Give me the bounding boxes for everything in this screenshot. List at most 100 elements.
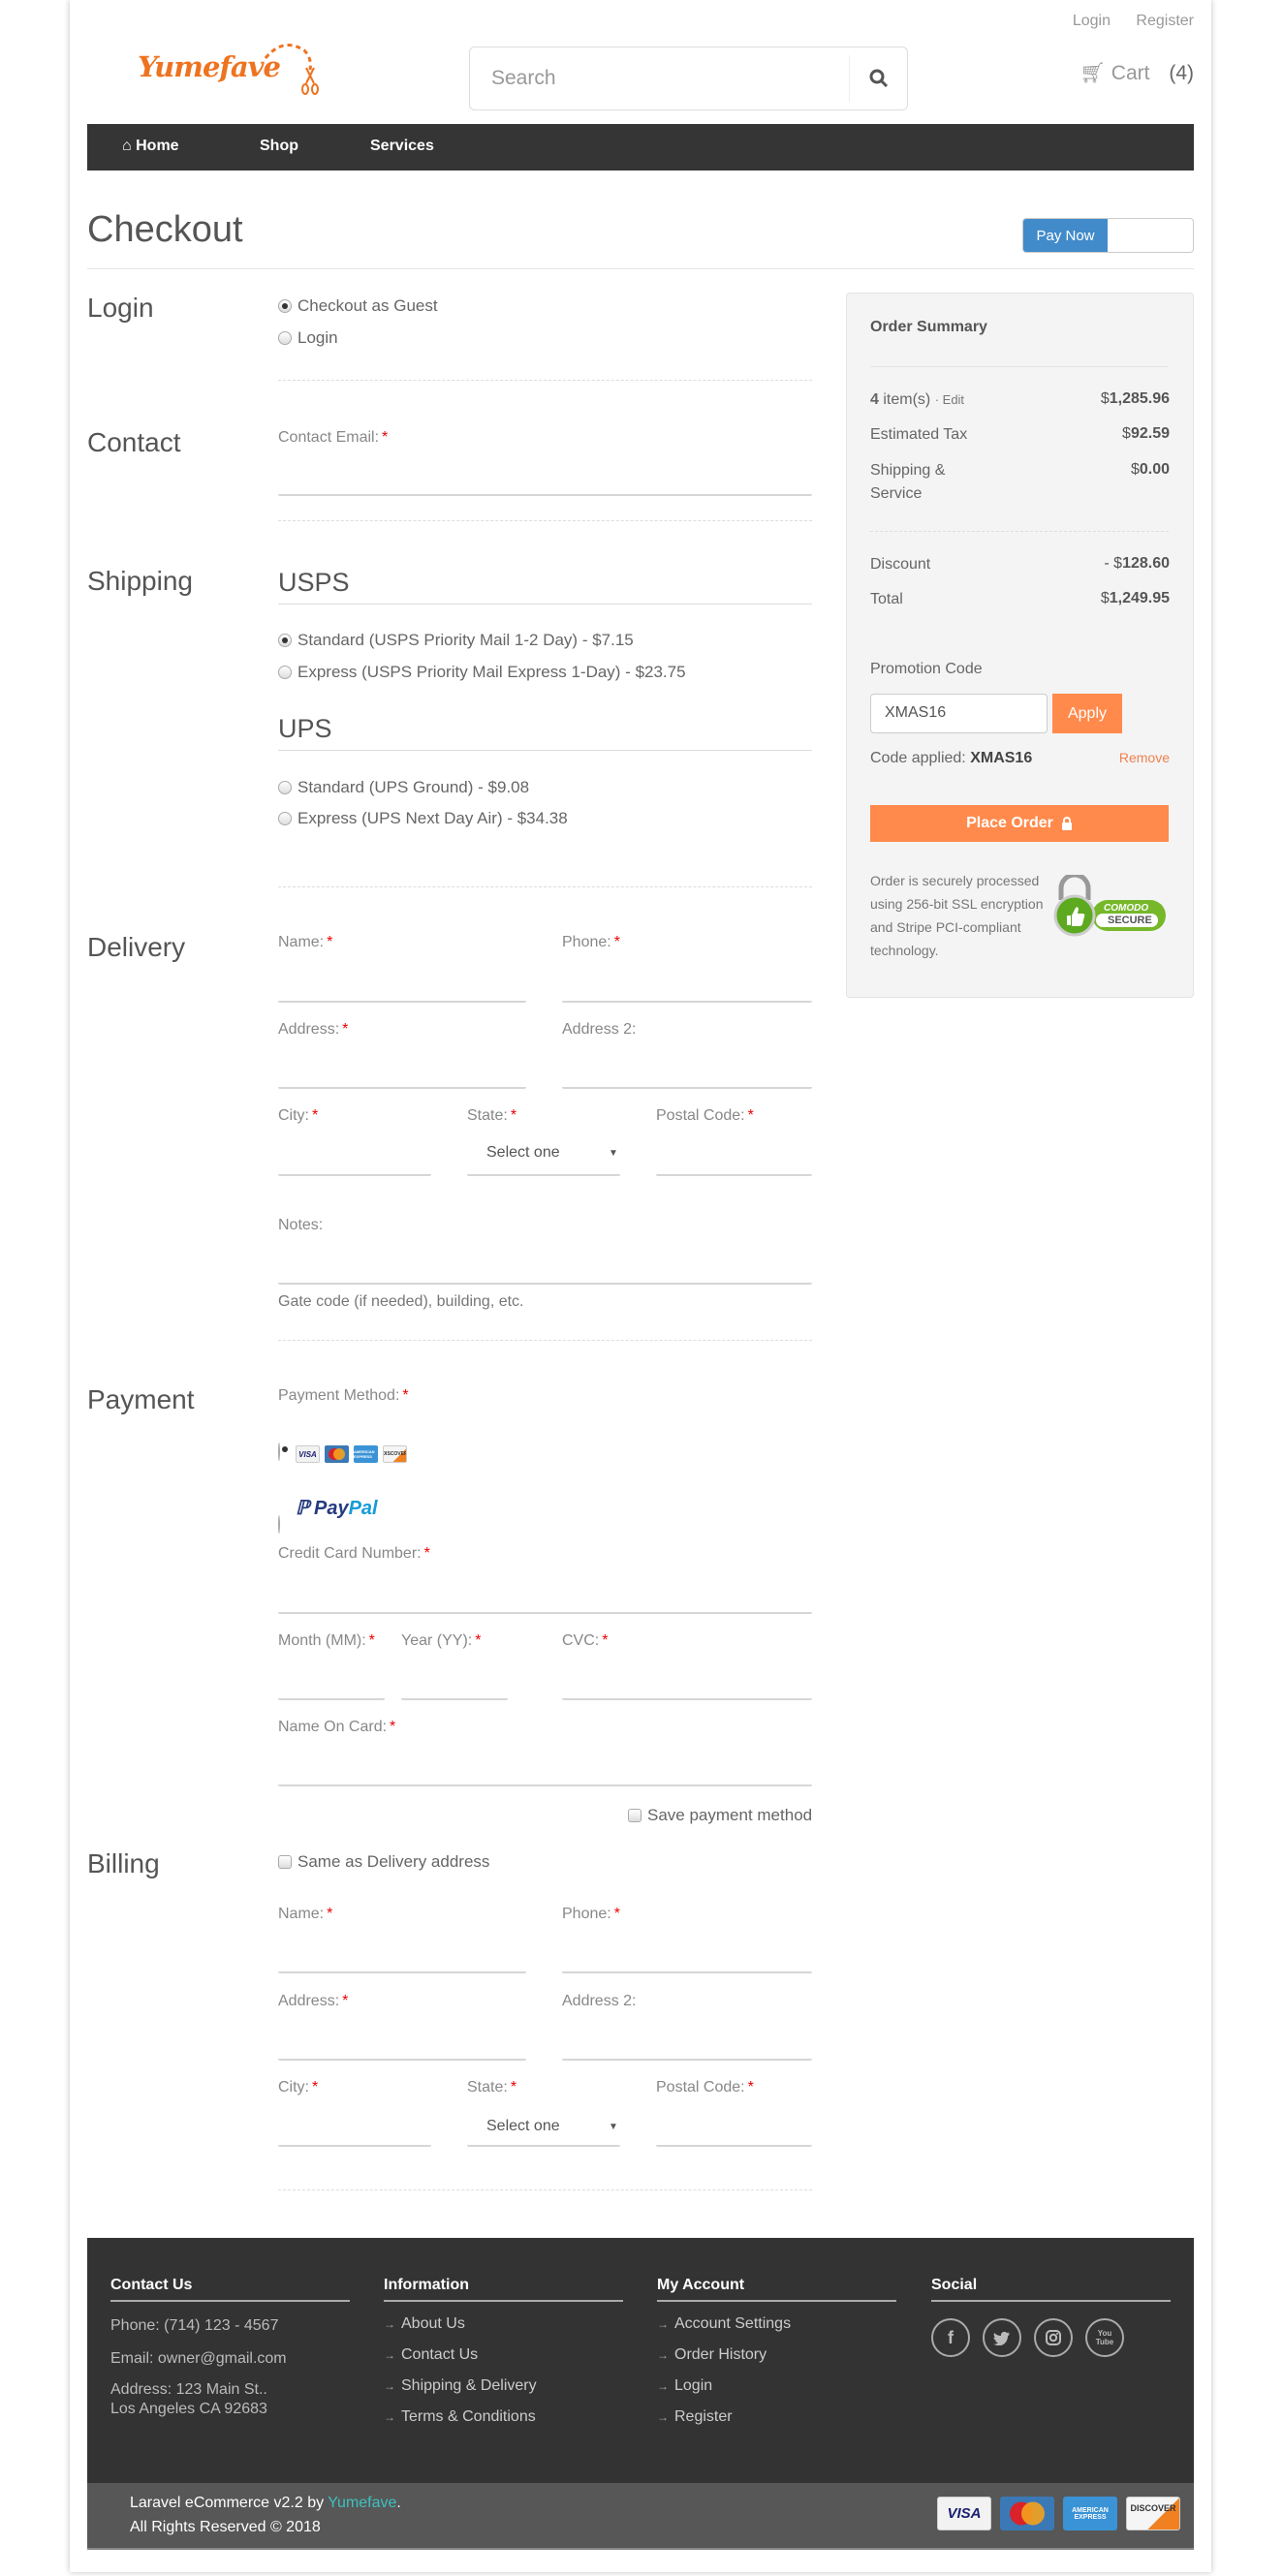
card-month-field[interactable]: [278, 1698, 385, 1700]
radio-unchecked[interactable]: [278, 781, 292, 794]
radio-unchecked[interactable]: [278, 1515, 280, 1534]
radio-unchecked[interactable]: [278, 666, 292, 679]
card-year-field[interactable]: [401, 1698, 508, 1700]
login-radio[interactable]: Login: [278, 328, 338, 348]
shipping-section-title: Shipping: [87, 566, 193, 596]
same-as-delivery-checkbox[interactable]: Same as Delivery address: [278, 1852, 489, 1872]
billing-postal-field[interactable]: [656, 2145, 812, 2147]
footer-address-line1: Address: 123 Main St..: [110, 2381, 267, 2398]
logo[interactable]: Yumefave: [138, 39, 341, 107]
badge-line2: SECURE: [1108, 915, 1152, 926]
footer-link-contact[interactable]: → Contact Us: [384, 2346, 623, 2364]
checkbox[interactable]: [278, 1855, 292, 1869]
contact-email-field[interactable]: [278, 494, 812, 496]
card-cvc-field[interactable]: [562, 1698, 812, 1700]
delivery-section-title: Delivery: [87, 932, 186, 962]
search-box[interactable]: Search: [469, 47, 908, 110]
footer-link-order-history[interactable]: → Order History: [657, 2346, 896, 2364]
shipping-service-label: Shipping & Service: [870, 462, 946, 502]
footer-link-account-settings[interactable]: → Account Settings: [657, 2315, 896, 2333]
footer-link-terms[interactable]: → Terms & Conditions: [384, 2408, 623, 2426]
pay-now-label: Pay Now: [1023, 219, 1108, 252]
remove-promo-link[interactable]: Remove: [1119, 750, 1170, 765]
search-button[interactable]: [849, 55, 907, 102]
carrier-ups-heading: UPS: [278, 714, 812, 751]
payment-option-paypal[interactable]: ℙ PayPal: [70, 17, 1211, 1534]
delivery-postal-field[interactable]: [656, 1174, 812, 1176]
delivery-phone-field[interactable]: [562, 1001, 812, 1003]
login-radio-label: Login: [297, 328, 338, 347]
nav-shop[interactable]: Shop: [260, 138, 298, 155]
twitter-icon[interactable]: [983, 2318, 1021, 2357]
shipping-option-usps-standard[interactable]: Standard (USPS Priority Mail 1-2 Day) - …: [278, 631, 634, 650]
apply-promo-button[interactable]: Apply: [1052, 694, 1122, 733]
billing-address-field[interactable]: [278, 2059, 526, 2061]
search-icon: [869, 69, 888, 88]
card-cvc-label: CVC: *: [562, 1632, 609, 1649]
checkbox[interactable]: [628, 1809, 642, 1822]
carrier-usps-heading: USPS: [278, 568, 812, 605]
secure-processing-text: Order is securely processed using 256-bi…: [870, 873, 1044, 958]
shipping-service-value: $0.00: [1130, 461, 1170, 478]
items-count-row: 4 item(s) · Edit: [870, 388, 964, 412]
promo-code-input[interactable]: XMAS16: [870, 694, 1048, 733]
contact-email-label: Contact Email: *: [278, 429, 389, 446]
billing-name-field[interactable]: [278, 1971, 526, 1973]
name-on-card-field[interactable]: [278, 1785, 812, 1786]
billing-address2-field[interactable]: [562, 2059, 812, 2061]
radio-checked[interactable]: [278, 1443, 280, 1461]
facebook-icon[interactable]: f: [931, 2318, 970, 2357]
nav-home[interactable]: ⌂ Home: [122, 138, 179, 155]
billing-phone-field[interactable]: [562, 1971, 812, 1973]
shipping-option-usps-express[interactable]: Express (USPS Priority Mail Express 1-Da…: [278, 663, 686, 682]
nav-services[interactable]: Services: [370, 138, 434, 155]
cart-link[interactable]: 🛒︎ Cart (4): [1080, 62, 1194, 85]
radio-checked[interactable]: [278, 299, 292, 313]
billing-postal-label: Postal Code: *: [656, 2079, 754, 2095]
code-applied-text: Code applied: XMAS16: [870, 750, 1033, 766]
tax-value: $92.59: [1122, 425, 1170, 442]
radio-unchecked[interactable]: [278, 812, 292, 825]
top-register-link[interactable]: Register: [1136, 13, 1194, 29]
search-input[interactable]: Search: [491, 67, 556, 90]
top-login-link[interactable]: Login: [1073, 13, 1111, 29]
footer-contact: Contact Us Phone: (714) 123 - 4567 Email…: [110, 2277, 350, 2418]
payment-option-cards[interactable]: VISA AMERICAN EXPRESS DISCOVER: [70, 0, 1211, 1463]
delivery-address-field[interactable]: [278, 1087, 526, 1089]
edit-cart-link[interactable]: · Edit: [935, 392, 964, 407]
youtube-icon[interactable]: You Tube: [1085, 2318, 1124, 2357]
card-number-field[interactable]: [278, 1612, 812, 1614]
paypal-logo-icon: ℙ: [296, 1498, 310, 1519]
footer-link-shipping[interactable]: → Shipping & Delivery: [384, 2377, 623, 2395]
footer-link-login[interactable]: → Login: [657, 2377, 896, 2395]
cart-icon: 🛒︎: [1080, 62, 1106, 84]
delivery-name-field[interactable]: [278, 1001, 526, 1003]
save-payment-checkbox[interactable]: Save payment method: [628, 1806, 812, 1825]
lock-icon: [1061, 817, 1072, 830]
footer-link-about[interactable]: → About Us: [384, 2315, 623, 2333]
radio-unchecked[interactable]: [278, 331, 292, 345]
arrow-right-icon: →: [384, 2379, 395, 2393]
delivery-notes-field[interactable]: [278, 1283, 812, 1285]
place-order-button[interactable]: Place Order: [870, 805, 1169, 842]
discount-label: Discount: [870, 556, 931, 573]
summary-divider: [870, 366, 1169, 367]
delivery-address2-field[interactable]: [562, 1087, 812, 1089]
name-on-card-label: Name On Card: *: [278, 1719, 396, 1735]
guest-checkout-radio[interactable]: Checkout as Guest: [278, 296, 438, 316]
total-value: $1,249.95: [1100, 590, 1170, 606]
shipping-option-ups-express[interactable]: Express (UPS Next Day Air) - $34.38: [278, 809, 568, 828]
yumefave-link[interactable]: Yumefave: [328, 2495, 396, 2511]
radio-checked[interactable]: [278, 634, 292, 647]
sub-footer: Laravel eCommerce v2.2 by Yumefave. All …: [87, 2483, 1194, 2550]
delivery-city-field[interactable]: [278, 1174, 431, 1176]
footer-account: My Account → Account Settings → Order Hist…: [657, 2277, 896, 2426]
arrow-right-icon: →: [384, 2317, 395, 2331]
footer-phone: Phone: (714) 123 - 4567: [110, 2317, 279, 2334]
billing-city-field[interactable]: [278, 2145, 431, 2147]
pay-now-toggle[interactable]: Pay Now: [1022, 218, 1194, 253]
total-label: Total: [870, 591, 903, 607]
instagram-icon[interactable]: [1034, 2318, 1073, 2357]
shipping-option-ups-standard[interactable]: Standard (UPS Ground) - $9.08: [278, 778, 529, 797]
footer-link-register[interactable]: → Register: [657, 2408, 896, 2426]
